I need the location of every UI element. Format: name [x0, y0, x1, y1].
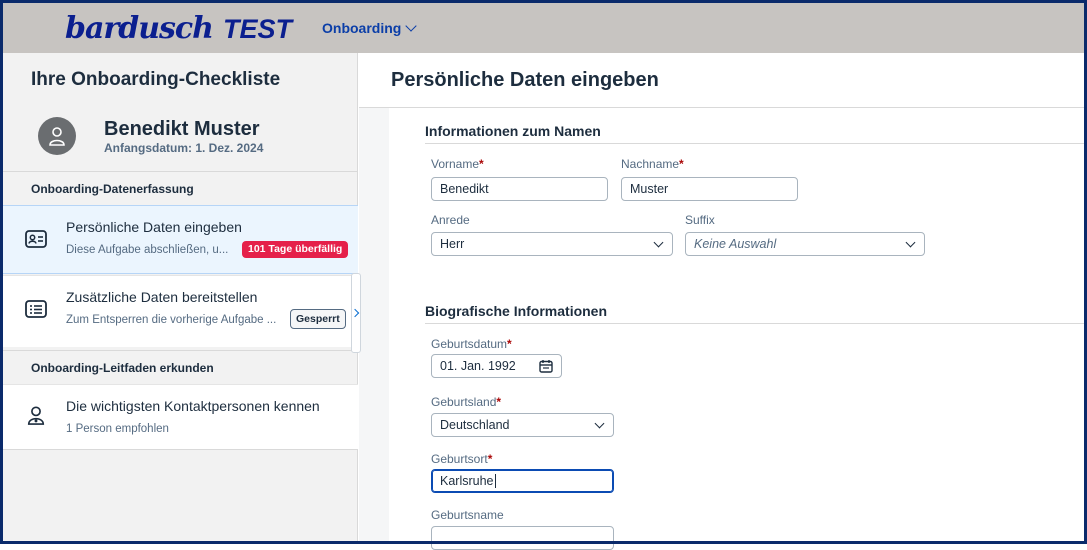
locked-badge: Gesperrt — [290, 309, 346, 329]
task-title: Persönliche Daten eingeben — [66, 219, 242, 235]
chevron-down-icon — [594, 418, 605, 428]
logo-wordmark: bardusch — [65, 10, 214, 46]
calendar-icon[interactable] — [539, 359, 553, 373]
profile-card: Benedikt Muster Anfangsdatum: 1. Dez. 20… — [38, 117, 263, 155]
birth-place-field[interactable]: Karlsruhe — [431, 469, 614, 493]
first-name-value: Benedikt — [440, 182, 489, 196]
section-divider — [425, 323, 1084, 324]
logo-environment: TEST — [222, 13, 292, 44]
avatar — [38, 117, 76, 155]
section-title-bio: Biografische Informationen — [425, 303, 608, 319]
birth-country-select[interactable]: Deutschland — [431, 413, 614, 437]
task-subtitle: 1 Person empfohlen — [66, 423, 169, 435]
first-name-field[interactable]: Benedikt — [431, 177, 608, 201]
sidebar-collapse-button[interactable] — [350, 273, 361, 353]
birth-date-value: 01. Jan. 1992 — [440, 359, 516, 373]
profile-start-date: Anfangsdatum: 1. Dez. 2024 — [104, 140, 264, 155]
shell-header: bardusch TEST Onboarding — [3, 3, 1084, 53]
salutation-value: Herr — [440, 237, 465, 251]
suffix-placeholder: Keine Auswahl — [694, 237, 777, 251]
section-divider — [425, 143, 1084, 144]
id-card-list-icon — [25, 300, 47, 318]
chevron-right-icon — [350, 308, 360, 318]
task-personal-data[interactable]: Persönliche Daten eingeben Diese Aufgabe… — [3, 205, 358, 274]
birth-name-field[interactable] — [431, 526, 614, 550]
birth-place-label: Geburtsort* — [431, 452, 493, 466]
chevron-down-icon — [653, 237, 664, 247]
onboarding-menu-label: Onboarding — [322, 20, 402, 36]
birth-date-field[interactable]: 01. Jan. 1992 — [431, 354, 562, 378]
task-additional-data[interactable]: Zusätzliche Daten bereitstellen Zum Ents… — [3, 275, 358, 347]
section-title-name: Informationen zum Namen — [425, 123, 601, 139]
task-contacts[interactable]: Die wichtigsten Kontaktpersonen kennen 1… — [3, 384, 358, 450]
suffix-select[interactable]: Keine Auswahl — [685, 232, 925, 256]
birth-country-label: Geburtsland* — [431, 395, 502, 409]
profile-name: Benedikt Muster — [104, 117, 260, 140]
task-title: Die wichtigsten Kontaktpersonen kennen — [66, 398, 320, 414]
birth-name-label: Geburtsname — [431, 508, 504, 522]
birth-place-value: Karlsruhe — [440, 474, 494, 488]
last-name-value: Muster — [630, 182, 669, 196]
chevron-down-icon — [405, 20, 417, 32]
text-cursor — [494, 474, 496, 488]
last-name-label: Nachname* — [621, 157, 684, 171]
birth-date-label: Geburtsdatum* — [431, 337, 512, 351]
task-title: Zusätzliche Daten bereitstellen — [66, 289, 258, 305]
main-content: Persönliche Daten eingeben Informationen… — [359, 53, 1084, 550]
task-subtitle: Diese Aufgabe abschließen, u... — [66, 244, 229, 256]
suffix-label: Suffix — [685, 213, 715, 227]
birth-country-value: Deutschland — [440, 418, 510, 432]
onboarding-menu-button[interactable]: Onboarding — [322, 20, 417, 36]
group-header-guide: Onboarding-Leitfaden erkunden — [3, 350, 358, 384]
contact-person-icon — [27, 406, 45, 425]
salutation-select[interactable]: Herr — [431, 232, 673, 256]
sidebar-title: Ihre Onboarding-Checkliste — [31, 69, 281, 90]
last-name-field[interactable]: Muster — [621, 177, 798, 201]
salutation-label: Anrede — [431, 213, 470, 227]
task-subtitle: Zum Entsperren die vorherige Aufgabe ... — [66, 314, 277, 326]
page-title: Persönliche Daten eingeben — [359, 53, 1084, 108]
checklist-sidebar: Ihre Onboarding-Checkliste Benedikt Must… — [3, 53, 358, 541]
id-card-icon — [25, 230, 47, 248]
group-header-data-entry: Onboarding-Datenerfassung — [3, 171, 358, 205]
first-name-label: Vorname* — [431, 157, 484, 171]
overdue-badge: 101 Tage überfällig — [242, 241, 349, 258]
chevron-down-icon — [905, 237, 916, 247]
person-icon — [49, 127, 65, 146]
form-card: Informationen zum Namen Vorname* Benedik… — [389, 108, 1084, 550]
company-logo[interactable]: bardusch TEST — [65, 11, 292, 46]
